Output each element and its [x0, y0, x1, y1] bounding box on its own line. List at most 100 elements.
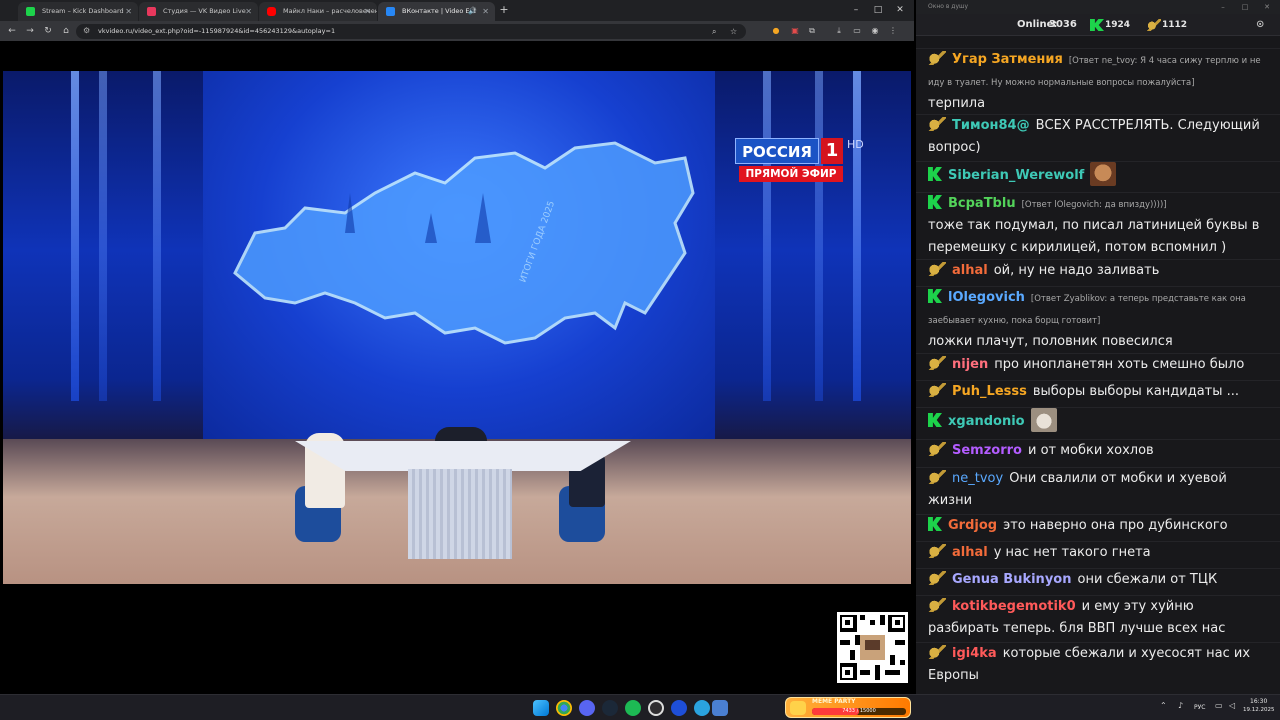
volume-icon[interactable]: ◁ — [1229, 701, 1235, 710]
chat-username[interactable]: alhal — [952, 545, 988, 560]
meme-progress-text: 7433 / 15000 — [842, 708, 876, 714]
minimize-button[interactable]: – — [1212, 0, 1234, 14]
chat-message: Siberian_Werewolf — [916, 161, 1280, 189]
channel-number: 1 — [821, 138, 843, 164]
language-indicator[interactable]: РУС — [1194, 704, 1205, 711]
url-text[interactable]: vkvideo.ru/video_ext.php?oid=-115987924&… — [98, 24, 335, 39]
microphone-icon[interactable]: ♪ — [1178, 701, 1183, 710]
tab-kick-dashboard[interactable]: Stream – Kick Dashboard ✕ — [18, 2, 138, 21]
obs-icon[interactable] — [648, 700, 664, 716]
kick-icon — [928, 413, 942, 427]
discord-icon[interactable] — [579, 700, 595, 716]
profile-icon[interactable]: ◉ — [869, 24, 881, 38]
tab-strip: Stream – Kick Dashboard ✕ Студия — VK Ви… — [0, 0, 914, 21]
chat-username[interactable]: Тимон84@ — [952, 118, 1030, 133]
kick-icon — [928, 517, 942, 531]
kick-icon — [26, 7, 35, 16]
new-tab-button[interactable]: + — [497, 2, 511, 18]
meme-party-widget[interactable]: MEME PARTY 7433 / 15000 — [785, 697, 911, 718]
back-button[interactable]: ← — [5, 24, 19, 38]
close-icon[interactable]: ✕ — [364, 2, 371, 21]
online-count: 3036 — [1049, 19, 1077, 30]
hd-badge: HD — [847, 138, 864, 151]
clock-date[interactable]: 19.12.2025 — [1243, 707, 1275, 713]
kick-viewer-count: 1924 — [1105, 20, 1131, 30]
extensions-puzzle-icon[interactable]: ⧉ — [806, 24, 818, 38]
desk-base — [408, 469, 512, 559]
kick-icon — [928, 289, 942, 303]
zoom-icon[interactable]: ⌕ — [712, 24, 716, 39]
chat-username[interactable]: kotikbegemotik0 — [952, 599, 1076, 614]
kick-icon — [928, 195, 942, 209]
extension-icon[interactable]: ● — [770, 24, 782, 38]
close-window-button[interactable]: ✕ — [889, 2, 911, 18]
chat-message-list[interactable]: Угар Затмения [Ответ ne_tvoy: Я 4 часа си… — [916, 36, 1280, 694]
laughing-emote — [1090, 162, 1117, 186]
telegram-icon[interactable] — [694, 700, 710, 716]
site-info-icon[interactable]: ⚙ — [83, 26, 90, 35]
chat-username[interactable]: ВсраТblu — [948, 196, 1016, 211]
chat-username[interactable]: Угар Затмения — [952, 52, 1063, 67]
close-icon[interactable]: ✕ — [245, 2, 252, 21]
chat-message-text: терпила — [928, 96, 986, 111]
chat-username[interactable]: Puh_Lesss — [952, 384, 1027, 399]
chat-message: Genua Bukinyon они сбежали от ТЦК — [916, 568, 1280, 591]
chat-username[interactable]: ne_tvoy — [952, 471, 1003, 486]
chat-username[interactable]: alhal — [952, 263, 988, 278]
vk-live-icon — [928, 645, 946, 659]
chat-username[interactable]: xgandonio — [948, 414, 1025, 429]
settings-icon[interactable]: ⊙ — [1256, 14, 1264, 36]
chat-message: nijen про инопланетян хоть смешно было — [916, 353, 1280, 376]
kick-icon — [1090, 19, 1104, 31]
app-icon[interactable] — [712, 700, 728, 716]
reload-button[interactable]: ↻ — [41, 24, 55, 38]
minimize-button[interactable]: – — [845, 2, 867, 18]
chat-username[interactable]: lOlegovich — [948, 290, 1025, 305]
chat-message-text: выборы выборы кандидаты ... — [1032, 384, 1240, 399]
vk-live-icon — [928, 117, 946, 131]
browser-toolbar: ← → ↻ ⌂ ⚙ vkvideo.ru/video_ext.php?oid=-… — [0, 21, 914, 41]
steam-icon[interactable] — [602, 700, 618, 716]
chat-username[interactable]: nijen — [952, 357, 988, 372]
chat-message: Тимон84@ ВСЕХ РАССТРЕЛЯТЬ. Следующий вопр… — [916, 114, 1280, 159]
tab-vk-studio[interactable]: Студия — VK Видео Live ✕ — [139, 2, 258, 21]
spotify-icon[interactable] — [625, 700, 641, 716]
tab-youtube[interactable]: Майкл Наки – расчеловечение ✕ — [259, 2, 377, 21]
speaker-icon[interactable]: 🔊 — [468, 2, 477, 21]
tab-title: Майкл Наки – расчеловечение — [283, 7, 377, 15]
chat-message: Grdjog это наверно она про дубинского — [916, 514, 1280, 537]
chat-message: alhal ой, ну не надо заливать — [916, 259, 1280, 282]
close-icon[interactable]: ✕ — [125, 2, 132, 21]
windows-start-icon[interactable] — [533, 700, 549, 716]
chat-message: igi4ka которые сбежали и хуесосят нас их … — [916, 642, 1280, 687]
network-icon[interactable]: ▭ — [1215, 701, 1223, 710]
download-icon[interactable]: ⤓ — [833, 24, 845, 38]
video-player[interactable]: ИТОГИ ГОДА 2025 РОССИЯ 1 HD ПРЯМОЙ ЭФИР — [3, 71, 911, 584]
bookmark-star-icon[interactable]: ☆ — [730, 24, 737, 39]
address-bar[interactable]: ⚙ vkvideo.ru/video_ext.php?oid=-11598792… — [76, 24, 746, 39]
media-player-icon[interactable] — [671, 700, 687, 716]
chat-username[interactable]: Grdjog — [948, 518, 997, 533]
chat-message: ВсраТblu [Ответ lOlegovich: да впизду))))… — [916, 192, 1280, 259]
chat-username[interactable]: Semzorro — [952, 443, 1022, 458]
maximize-button[interactable]: □ — [1234, 0, 1256, 14]
extension-icon[interactable]: ▣ — [789, 24, 801, 38]
vk-live-icon — [928, 442, 946, 456]
chat-username[interactable]: Siberian_Werewolf — [948, 168, 1084, 183]
chat-username[interactable]: igi4ka — [952, 646, 997, 661]
chat-header: Online: 3036 1924 1112 ⊙ — [916, 14, 1280, 36]
vk-live-icon — [928, 571, 946, 585]
home-button[interactable]: ⌂ — [59, 24, 73, 38]
chat-message: ne_tvoy Они свалили от мобки и хуевой жиз… — [916, 467, 1280, 512]
clock-time[interactable]: 16:30 — [1250, 698, 1267, 705]
maximize-button[interactable]: □ — [867, 2, 889, 18]
chrome-icon[interactable] — [556, 700, 572, 716]
chevron-up-icon[interactable]: ⌃ — [1160, 701, 1167, 710]
close-window-button[interactable]: ✕ — [1256, 0, 1278, 14]
menu-icon[interactable]: ⋮ — [887, 24, 899, 38]
chat-username[interactable]: Genua Bukinyon — [952, 572, 1071, 587]
close-icon[interactable]: ✕ — [482, 2, 489, 21]
tab-vk-video-ext[interactable]: ВКонтакте | Video Ext 🔊 ✕ — [378, 2, 495, 21]
forward-button[interactable]: → — [23, 24, 37, 38]
tab-search-icon[interactable]: ▭ — [851, 24, 863, 38]
